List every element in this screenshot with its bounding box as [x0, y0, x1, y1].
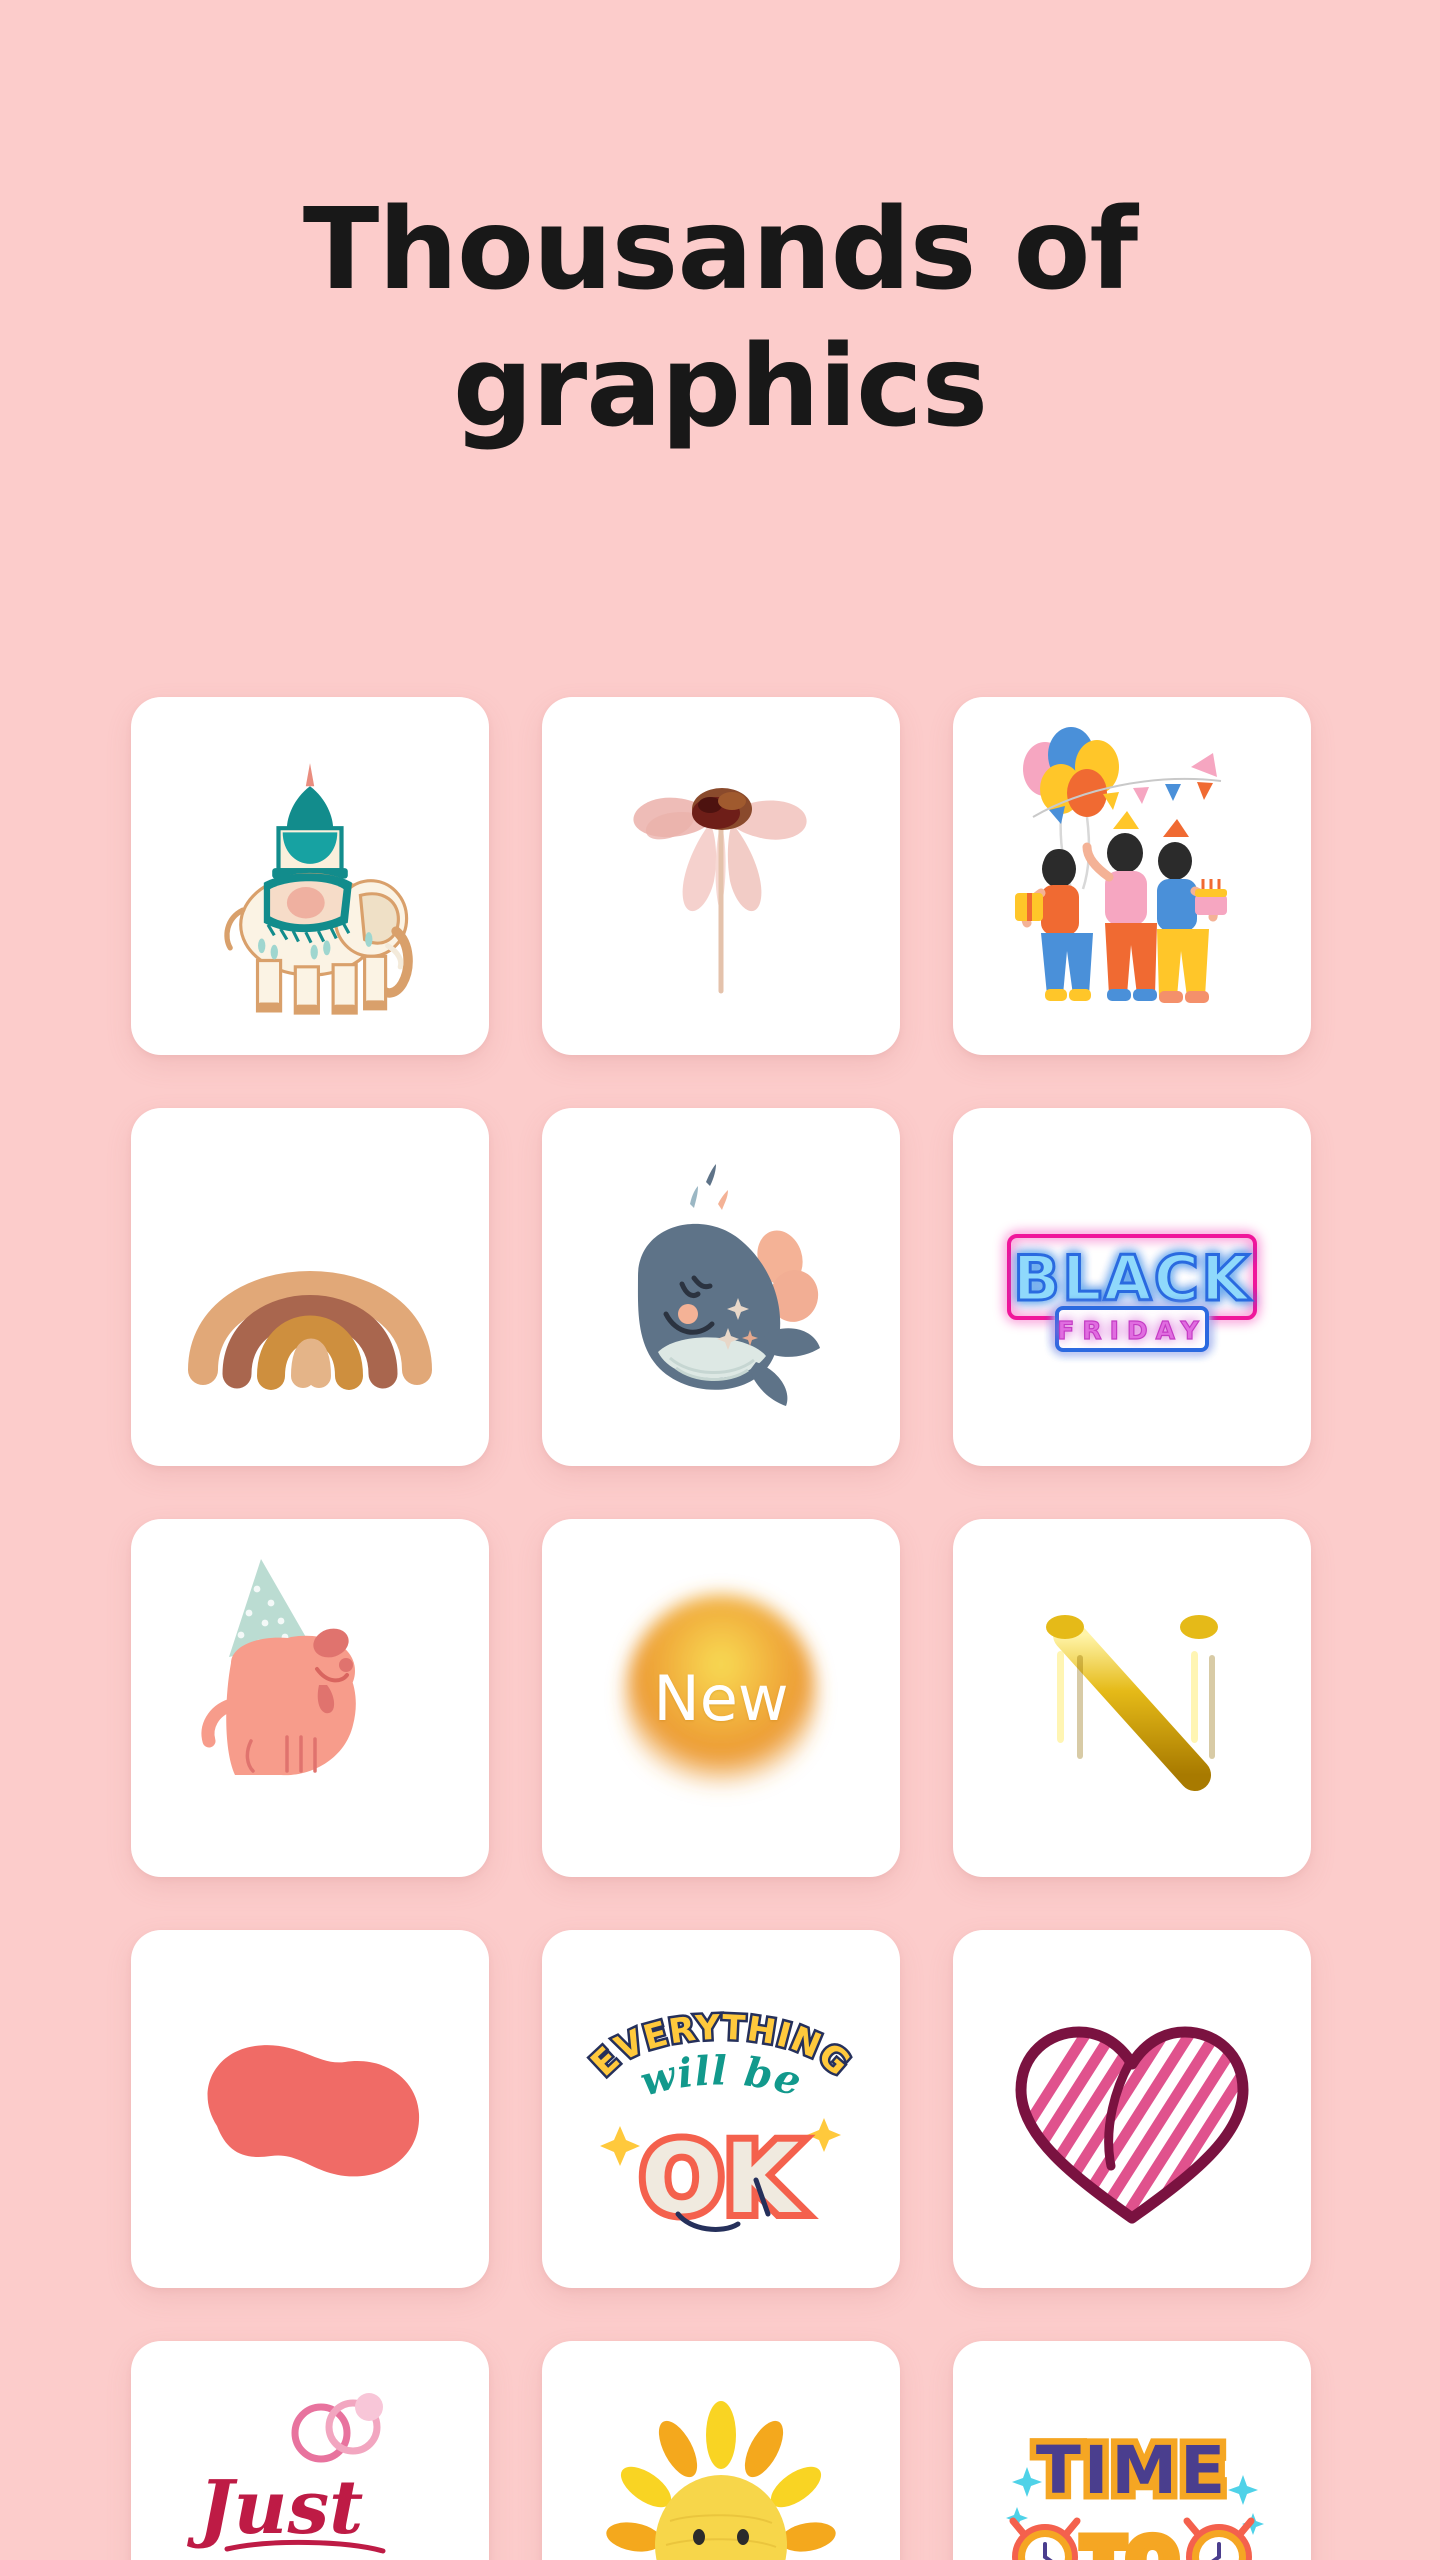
cute-whale-illustration — [637, 1164, 820, 1406]
ok-sticker-line-3: OK — [641, 2123, 803, 2235]
new-gradient-blob — [625, 1595, 817, 1799]
graphic-card-birthday-party-people[interactable] — [953, 697, 1311, 1055]
graphic-card-everything-will-be-ok[interactable]: EVERYTHING will be OK — [542, 1930, 900, 2288]
graphic-card-new-badge[interactable]: New — [542, 1519, 900, 1877]
graphic-card-watercolor-flower[interactable] — [542, 697, 900, 1055]
page-title-line-1: Thousands of — [302, 185, 1138, 315]
graphic-card-time-to[interactable]: TIME TO — [953, 2341, 1311, 2560]
graphic-card-striped-heart[interactable] — [953, 1930, 1311, 2288]
graphic-card-coral-blob[interactable] — [131, 1930, 489, 2288]
promo-screen: Thousands of graphics BLACK FRIDAY New E… — [0, 0, 1440, 2560]
black-friday-neon-sign: BLACK FRIDAY — [1007, 1234, 1257, 1352]
coral-organic-blob — [207, 2045, 420, 2177]
graphic-card-gold-balloon-n[interactable] — [953, 1519, 1311, 1877]
just-married-lettering: Just Married! — [187, 2393, 386, 2554]
boho-rainbow-illustration — [188, 1271, 432, 1390]
graphic-card-cute-whale[interactable] — [542, 1108, 900, 1466]
graphic-card-black-friday-neon[interactable]: BLACK FRIDAY — [953, 1108, 1311, 1466]
graphic-card-decorated-elephant[interactable] — [131, 697, 489, 1055]
birthday-party-people-illustration — [1015, 727, 1227, 1003]
ok-sticker-line-2: will be — [635, 2047, 807, 2106]
page-title: Thousands of graphics — [0, 182, 1440, 455]
graphic-card-party-hat-dog[interactable] — [131, 1519, 489, 1877]
page-title-line-2: graphics — [452, 321, 988, 452]
time-to-lettering: TIME TO — [1006, 2426, 1264, 2560]
decorated-elephant-illustration — [224, 763, 413, 1015]
black-friday-line-2: FRIDAY — [1057, 1316, 1206, 1345]
graphic-card-boho-rainbow[interactable] — [131, 1108, 489, 1466]
time-to-line-2: TO — [1083, 2526, 1181, 2560]
time-to-line-1: TIME — [1036, 2432, 1228, 2509]
just-married-line-1: Just — [187, 2465, 364, 2551]
graphics-grid: BLACK FRIDAY New EVERYTHING will be OK J… — [131, 697, 1311, 2560]
watercolor-flower-illustration — [633, 788, 807, 994]
party-hat-dog-illustration — [201, 1559, 356, 1776]
everything-will-be-ok-sticker: EVERYTHING will be OK — [581, 2005, 860, 2242]
gold-balloon-letter-n — [1046, 1614, 1218, 1798]
graphic-card-sun-doodle[interactable] — [542, 2341, 900, 2560]
striped-heart-illustration — [1015, 2026, 1249, 2224]
black-friday-line-1: BLACK — [1013, 1242, 1251, 1315]
graphic-card-just-married[interactable]: Just Married! — [131, 2341, 489, 2560]
smiling-sun-doodle — [606, 2401, 836, 2560]
